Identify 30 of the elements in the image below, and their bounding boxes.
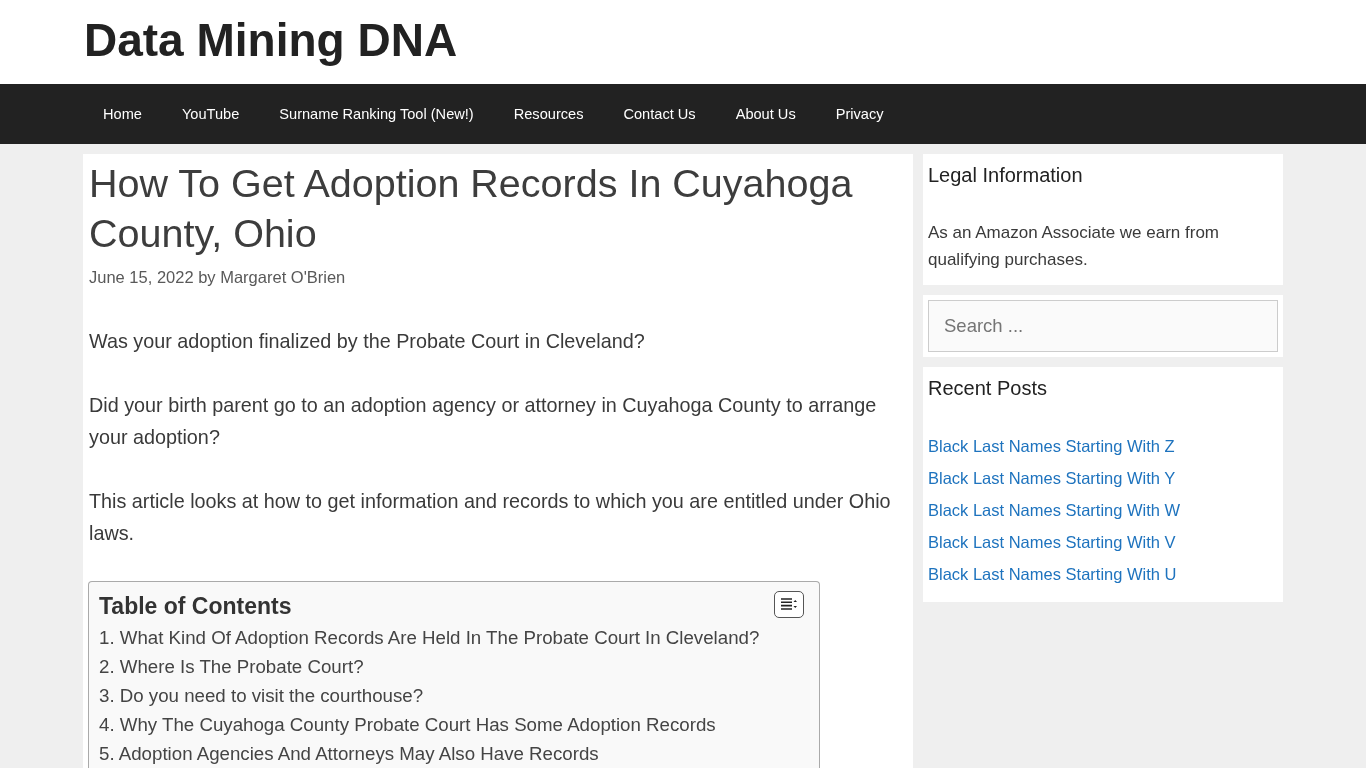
toc-link[interactable]: 4. Why The Cuyahoga County Probate Court Has Some Adoption Records <box>99 710 716 739</box>
toc-link[interactable]: 5. Adoption Agencies And Attorneys May Also Have Records <box>99 739 599 768</box>
article-title: How To Get Adoption Records In Cuyahoga County, Ohio <box>89 160 854 257</box>
nav-link[interactable]: Privacy <box>815 84 904 144</box>
article-paragraph: Was your adoption finalized by the Probate Court in Cleveland? <box>89 329 646 354</box>
nav-link[interactable]: Resources <box>493 84 604 144</box>
nav-link[interactable]: Home <box>83 84 162 144</box>
nav-link[interactable]: YouTube <box>161 84 260 144</box>
widget-heading: Legal Information <box>928 163 1084 188</box>
search-field[interactable]: Search ... <box>928 300 1278 352</box>
nav-link[interactable]: Contact Us <box>603 84 716 144</box>
post-link[interactable]: Black Last Names Starting With V <box>928 526 1176 558</box>
toc-toggle-button[interactable] <box>774 590 804 618</box>
nav-link[interactable]: Surname Ranking Tool (New!) <box>259 84 494 144</box>
post-link[interactable]: Black Last Names Starting With W <box>928 494 1181 526</box>
list-icon <box>781 598 797 610</box>
post-link[interactable]: Black Last Names Starting With Z <box>928 430 1175 462</box>
article-paragraph: This article looks at how to get information and records to which you are entitled under Ohio laws. <box>89 489 892 546</box>
widget-text: As an Amazon Associate we earn from qualifying purchases. <box>928 222 1221 271</box>
post-link[interactable]: Black Last Names Starting With U <box>928 558 1177 590</box>
toc-link[interactable]: 2. Where Is The Probate Court? <box>99 652 364 681</box>
site-title[interactable]: Data Mining DNA <box>84 13 458 67</box>
widget-heading: Recent Posts <box>928 376 1048 401</box>
nav-link[interactable]: About Us <box>715 84 816 144</box>
post-link[interactable]: Black Last Names Starting With Y <box>928 462 1176 494</box>
article-paragraph: Did your birth parent go to an adoption agency or attorney in Cuyahoga County to arrange your adoption? <box>89 393 878 450</box>
post-meta: June 15, 2022 by Margaret O'Brien <box>89 267 347 288</box>
toc-link[interactable]: 3. Do you need to visit the courthouse? <box>99 681 424 710</box>
toc-link[interactable]: 1. What Kind Of Adoption Records Are Held In The Probate Court In Cleveland? <box>99 623 760 652</box>
toc-title: Table of Contents <box>99 592 292 621</box>
